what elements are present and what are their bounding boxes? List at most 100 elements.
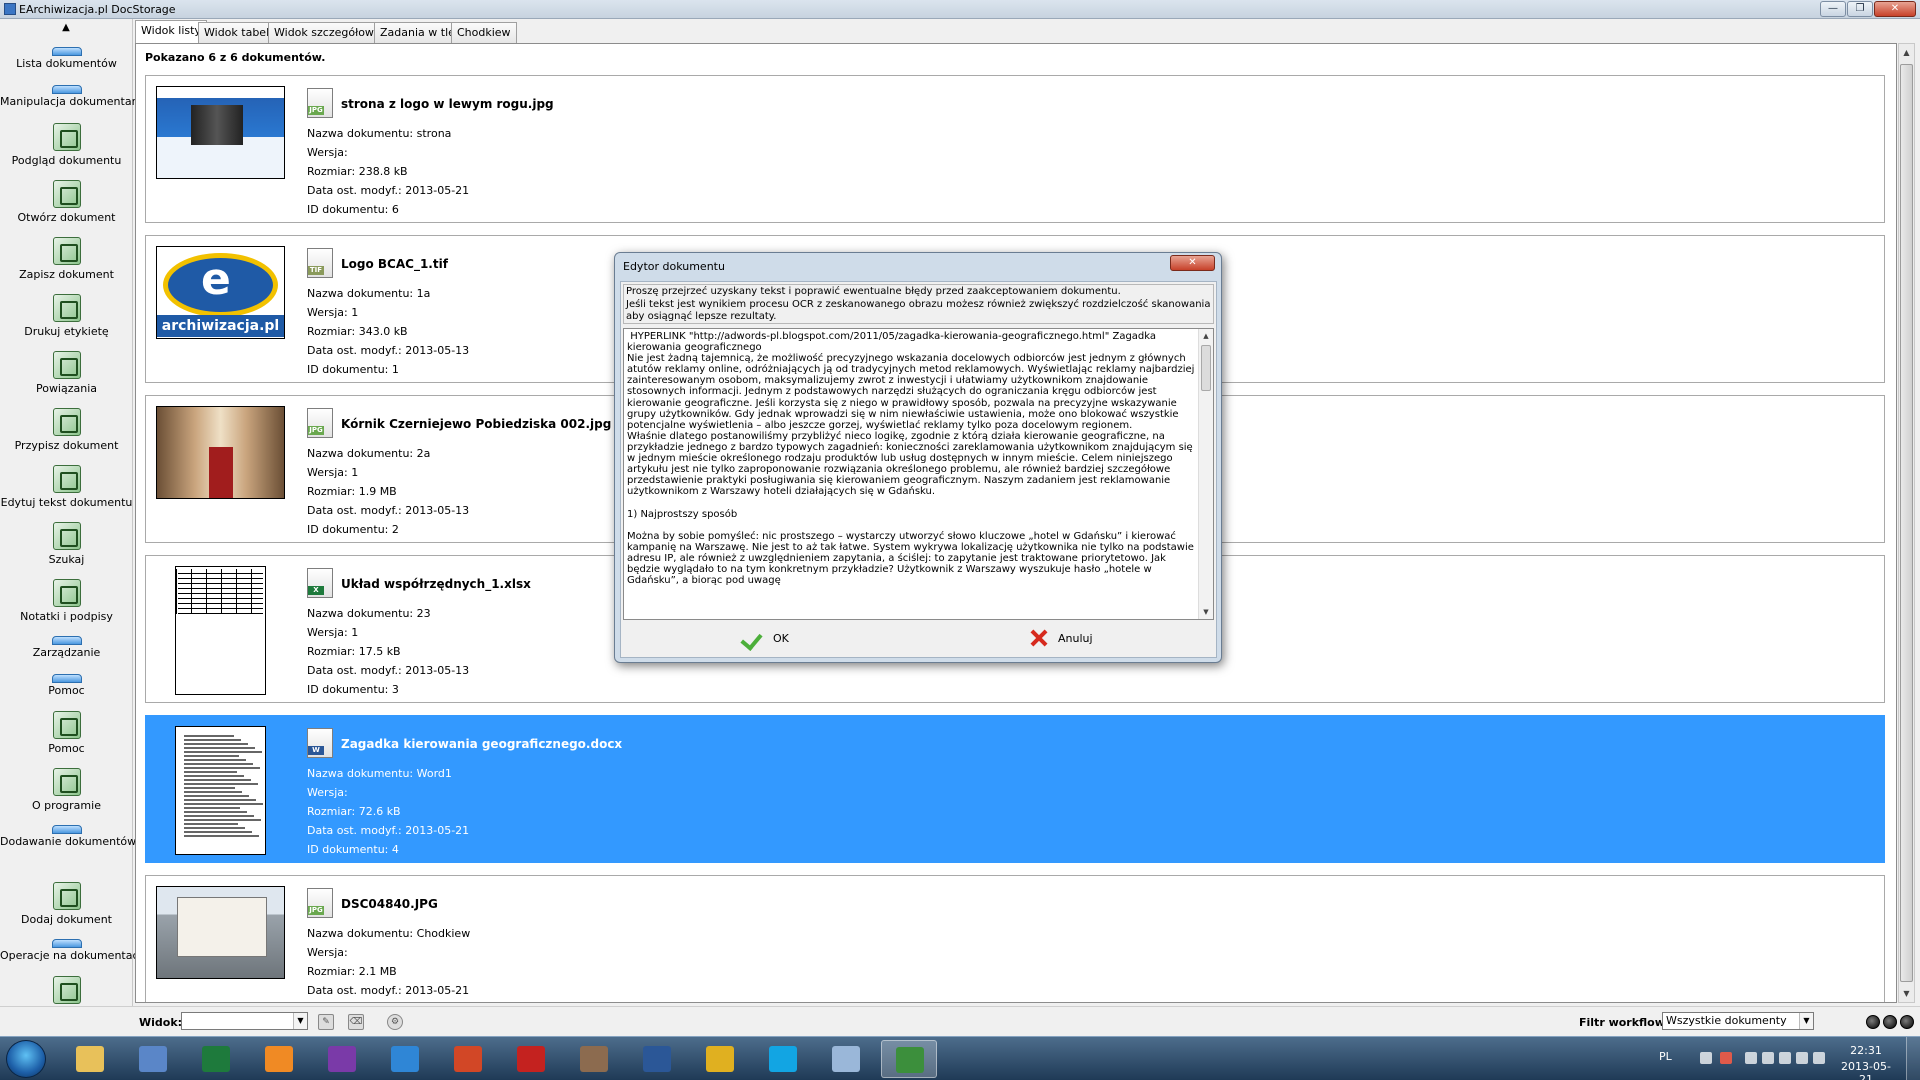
- chevron-down-icon[interactable]: ▼: [293, 1013, 307, 1029]
- document-thumbnail[interactable]: [175, 726, 266, 855]
- document-thumbnail[interactable]: [156, 406, 285, 499]
- sidebar-scroll-up-icon[interactable]: ▲: [58, 22, 74, 33]
- scroll-up-icon[interactable]: ▲: [1199, 329, 1213, 343]
- sidebar-group-11[interactable]: Zarządzanie: [0, 636, 133, 659]
- meta-value: 4: [391, 843, 399, 856]
- sidebar-group-15[interactable]: Dodawanie dokumentów: [0, 825, 136, 848]
- doc-text-line: [184, 771, 237, 773]
- sidebar-item-6[interactable]: Powiązania: [0, 351, 133, 395]
- sidebar-item-4[interactable]: Zapisz dokument: [0, 237, 133, 281]
- meta-modified: Data ost. modyf.: 2013-05-13: [307, 504, 469, 517]
- window-title-bar: EArchiwizacja.pl DocStorage — ❐ ✕: [0, 0, 1920, 19]
- meta-label: Rozmiar:: [307, 645, 359, 658]
- sidebar-item-9[interactable]: Szukaj: [0, 522, 133, 566]
- taskbar-app-onenote[interactable]: [314, 1040, 370, 1078]
- document-filename[interactable]: strona z logo w lewym rogu.jpg: [341, 97, 554, 111]
- meta-name: Nazwa dokumentu: 23: [307, 607, 431, 620]
- sidebar-group-12[interactable]: Pomoc: [0, 674, 133, 697]
- taskbar-app-paint[interactable]: [818, 1040, 874, 1078]
- clock-time[interactable]: 22:31: [1838, 1044, 1894, 1057]
- settings-icon[interactable]: ⚙: [387, 1014, 403, 1030]
- scrollbar-thumb[interactable]: [1900, 64, 1913, 982]
- sidebar-item-label: Podgląd dokumentu: [11, 154, 122, 167]
- close-button[interactable]: ✕: [1874, 1, 1916, 17]
- antivirus-tray-icon[interactable]: [1720, 1052, 1732, 1064]
- sidebar-item-2[interactable]: Podgląd dokumentu: [0, 123, 133, 167]
- taskbar-app-word[interactable]: [629, 1040, 685, 1078]
- file-type-icon: W: [307, 728, 333, 758]
- taskbar-app-internet-explorer[interactable]: [377, 1040, 433, 1078]
- sidebar-item-5[interactable]: Drukuj etykietę: [0, 294, 133, 338]
- taskbar-app-acrobat[interactable]: [503, 1040, 559, 1078]
- sidebar-item-8[interactable]: Edytuj tekst dokumentu: [0, 465, 133, 509]
- action-center-icon[interactable]: [1745, 1052, 1757, 1064]
- tray-up-arrow-icon[interactable]: [1700, 1052, 1712, 1064]
- start-button[interactable]: [6, 1040, 46, 1078]
- taskbar-app-contacts[interactable]: [566, 1040, 622, 1078]
- sidebar-group-1[interactable]: Manipulacja dokumentami: [0, 85, 145, 108]
- signal-icon[interactable]: [1779, 1052, 1791, 1064]
- sidebar-item-16[interactable]: Dodaj dokument: [0, 882, 133, 926]
- taskbar-app-tool[interactable]: [125, 1040, 181, 1078]
- sidebar-item-14[interactable]: O programie: [0, 768, 133, 812]
- scroll-down-icon[interactable]: ▼: [1899, 985, 1914, 1002]
- scroll-up-icon[interactable]: ▲: [1899, 44, 1914, 61]
- cancel-button[interactable]: Anuluj: [1026, 624, 1093, 652]
- document-card[interactable]: W Zagadka kierowania geograficznego.docx N…: [145, 715, 1885, 863]
- tab-chodkiew[interactable]: Chodkiew: [451, 22, 517, 43]
- taskbar-app-skype[interactable]: [755, 1040, 811, 1078]
- view-select[interactable]: ▼: [181, 1012, 308, 1030]
- maximize-button[interactable]: ❐: [1847, 1, 1873, 17]
- document-thumbnail[interactable]: [156, 886, 285, 979]
- document-filename[interactable]: DSC04840.JPG: [341, 897, 438, 911]
- sidebar-group-17[interactable]: Operacje na dokumentach: [0, 939, 146, 962]
- sidebar-item-3[interactable]: Otwórz dokument: [0, 180, 133, 224]
- tab-table-view[interactable]: Widok tabeli: [198, 22, 279, 43]
- taskbar-app-media-player[interactable]: [251, 1040, 307, 1078]
- status-dot-icon: [1866, 1015, 1880, 1029]
- tab-detail-view[interactable]: Widok szczegółowy: [268, 22, 387, 43]
- cross-icon: [1026, 628, 1052, 648]
- scrollbar-thumb[interactable]: [1201, 345, 1211, 391]
- taskbar-app-excel[interactable]: [188, 1040, 244, 1078]
- clock-date[interactable]: 2013-05-21: [1835, 1060, 1897, 1080]
- minimize-button[interactable]: —: [1820, 1, 1846, 17]
- document-text-editor[interactable]: HYPERLINK "http://adwords-pl.blogspot.co…: [623, 328, 1214, 620]
- show-desktop-button[interactable]: [1906, 1037, 1920, 1080]
- meta-modified: Data ost. modyf.: 2013-05-13: [307, 344, 469, 357]
- tab-background-tasks[interactable]: Zadania w tle: [374, 22, 461, 43]
- ok-button[interactable]: OK: [741, 624, 789, 652]
- editor-scrollbar[interactable]: ▲ ▼: [1198, 329, 1213, 619]
- scroll-down-icon[interactable]: ▼: [1199, 605, 1213, 619]
- workflow-filter-select[interactable]: Wszystkie dokumenty ▼: [1662, 1012, 1814, 1030]
- document-text[interactable]: HYPERLINK "http://adwords-pl.blogspot.co…: [627, 331, 1197, 617]
- delete-view-icon[interactable]: ⌫: [348, 1014, 364, 1030]
- document-card[interactable]: JPG DSC04840.JPG Nazwa dokumentu: Chodkiew…: [145, 875, 1885, 1002]
- document-thumbnail[interactable]: [175, 566, 266, 695]
- taskbar-app-chrome[interactable]: [692, 1040, 748, 1078]
- document-filename[interactable]: Logo BCAC_1.tif: [341, 257, 448, 271]
- document-filename[interactable]: Układ współrzędnych_1.xlsx: [341, 577, 531, 591]
- sidebar-item-10[interactable]: Notatki i podpisy: [0, 579, 133, 623]
- dialog-close-button[interactable]: ✕: [1170, 255, 1215, 271]
- document-card[interactable]: JPG strona z logo w lewym rogu.jpg Nazwa d…: [145, 75, 1885, 223]
- list-scrollbar[interactable]: ▲ ▼: [1898, 43, 1915, 1003]
- edit-view-icon[interactable]: ✎: [318, 1014, 334, 1030]
- taskbar-app-explorer[interactable]: [62, 1040, 118, 1078]
- power-icon[interactable]: [1813, 1052, 1825, 1064]
- document-thumbnail[interactable]: [156, 86, 285, 179]
- document-thumbnail[interactable]: e archiwizacja.pl: [156, 246, 285, 339]
- network-icon[interactable]: [1762, 1052, 1774, 1064]
- taskbar-app-powerpoint[interactable]: [440, 1040, 496, 1078]
- tab-list-view[interactable]: Widok listy: [135, 20, 207, 44]
- taskbar-app-docstorage[interactable]: [881, 1040, 937, 1078]
- volume-icon[interactable]: [1796, 1052, 1808, 1064]
- document-filename[interactable]: Zagadka kierowania geograficznego.docx: [341, 737, 622, 751]
- document-filename[interactable]: Kórnik Czerniejewo Pobiedziska 002.jpg: [341, 417, 611, 431]
- sidebar-item-7[interactable]: Przypisz dokument: [0, 408, 133, 452]
- input-language[interactable]: PL: [1659, 1050, 1672, 1063]
- chevron-down-icon[interactable]: ▼: [1799, 1013, 1813, 1029]
- sidebar-group-0[interactable]: Lista dokumentów: [0, 47, 133, 70]
- meta-value: 2a: [416, 447, 431, 460]
- sidebar-item-13[interactable]: Pomoc: [0, 711, 133, 755]
